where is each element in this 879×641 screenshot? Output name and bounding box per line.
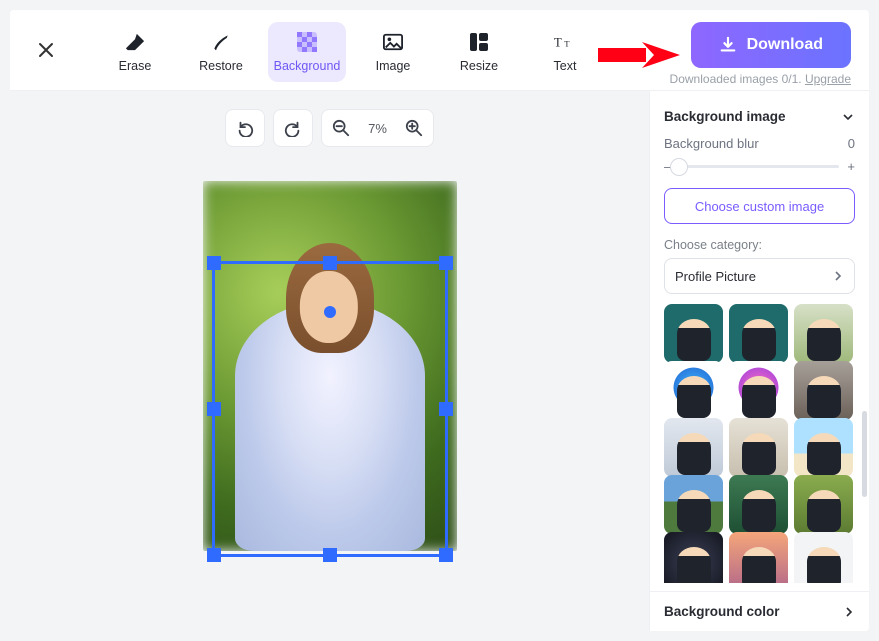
rotate-handle[interactable] [324,306,336,318]
tool-list: Erase Restore Background [96,22,604,82]
zoom-out-icon [332,119,350,137]
bg-thumb-bg-teal-1[interactable] [664,304,723,363]
tool-image[interactable]: Image [354,22,432,82]
canvas-controls: 7% [225,109,434,147]
resize-handle-tr[interactable] [439,256,453,270]
resize-handle-br[interactable] [439,548,453,562]
bg-thumb-bg-sunset[interactable] [729,532,788,583]
category-select[interactable]: Profile Picture [664,258,855,294]
tool-label: Restore [199,59,243,73]
download-quota: Downloaded images 0/1. Upgrade [670,72,851,86]
text-icon: TT [554,31,576,53]
section-title: Background image [664,109,786,124]
resize-icon [470,31,488,53]
redo-button[interactable] [274,109,312,147]
quota-text: Downloaded images 0/1. [670,72,805,86]
chevron-right-icon [832,270,844,282]
tool-background[interactable]: Background [268,22,346,82]
tool-label: Text [554,59,577,73]
zoom-out-button[interactable] [322,109,360,147]
resize-handle-mr[interactable] [439,402,453,416]
bg-thumb-bg-blob-magenta[interactable] [729,361,788,420]
brush-icon [211,31,231,53]
tool-label: Resize [460,59,498,73]
tool-restore[interactable]: Restore [182,22,260,82]
toolbar: Erase Restore Background [10,10,869,91]
section-background-color[interactable]: Background color [650,591,869,631]
bg-thumb-bg-flowers[interactable] [794,304,853,363]
zoom-in-icon [405,119,423,137]
chevron-right-icon [843,606,855,618]
upgrade-link[interactable]: Upgrade [805,72,851,86]
resize-handle-tl[interactable] [207,256,221,270]
close-button[interactable] [28,32,64,68]
undo-button[interactable] [226,109,264,147]
tool-label: Background [274,59,341,73]
svg-text:T: T [554,36,562,50]
blur-row: Background blur 0 [664,136,855,151]
tool-text[interactable]: TT Text [526,22,604,82]
resize-handle-bm[interactable] [323,548,337,562]
category-label: Choose category: [664,238,855,252]
zoom-in-button[interactable] [395,109,433,147]
tool-resize[interactable]: Resize [440,22,518,82]
section-title: Background color [664,604,780,619]
image-stage[interactable] [203,181,457,551]
background-thumbnails [664,304,855,583]
chevron-down-icon [841,110,855,124]
category-value: Profile Picture [675,269,756,284]
download-label: Download [747,36,823,54]
section-background-image[interactable]: Background image [664,103,855,136]
resize-handle-bl[interactable] [207,548,221,562]
annotation-arrow [598,36,680,79]
bg-thumb-bg-beach[interactable] [794,418,853,477]
bg-thumb-bg-bokeh[interactable] [664,532,723,583]
undo-icon [236,119,254,137]
tool-erase[interactable]: Erase [96,22,174,82]
slider-thumb[interactable] [670,158,688,176]
checker-icon [297,31,317,53]
download-button[interactable]: Download [691,22,851,68]
slider-track[interactable] [679,165,839,168]
resize-handle-tm[interactable] [323,256,337,270]
eraser-icon [124,31,146,53]
bg-thumb-bg-window[interactable] [794,361,853,420]
choose-custom-label: Choose custom image [695,199,824,214]
bg-thumb-bg-teal-2[interactable] [729,304,788,363]
redo-icon [284,119,302,137]
close-icon [38,42,54,58]
selection-box[interactable] [212,261,448,557]
tool-label: Erase [119,59,152,73]
choose-custom-image-button[interactable]: Choose custom image [664,188,855,224]
bg-thumb-bg-office-2[interactable] [729,418,788,477]
blur-value: 0 [848,136,855,151]
zoom-value: 7% [366,121,389,136]
svg-text:T: T [564,39,570,49]
bg-thumb-bg-blob-blue[interactable] [664,361,723,420]
bg-thumb-bg-white[interactable] [794,532,853,583]
resize-handle-ml[interactable] [207,402,221,416]
tool-label: Image [376,59,411,73]
download-icon [719,36,737,54]
bg-thumb-bg-foliage[interactable] [794,475,853,534]
blur-slider: – + [664,159,855,174]
bg-thumb-bg-palms[interactable] [729,475,788,534]
canvas-area: 7% [10,91,649,631]
blur-label: Background blur [664,136,759,151]
sidebar: Background image Background blur 0 – + C… [649,91,869,631]
slider-plus[interactable]: + [847,159,855,174]
scrollbar-indicator[interactable] [862,411,867,497]
bg-thumb-bg-office-1[interactable] [664,418,723,477]
image-icon [383,31,403,53]
bg-thumb-bg-mountain[interactable] [664,475,723,534]
